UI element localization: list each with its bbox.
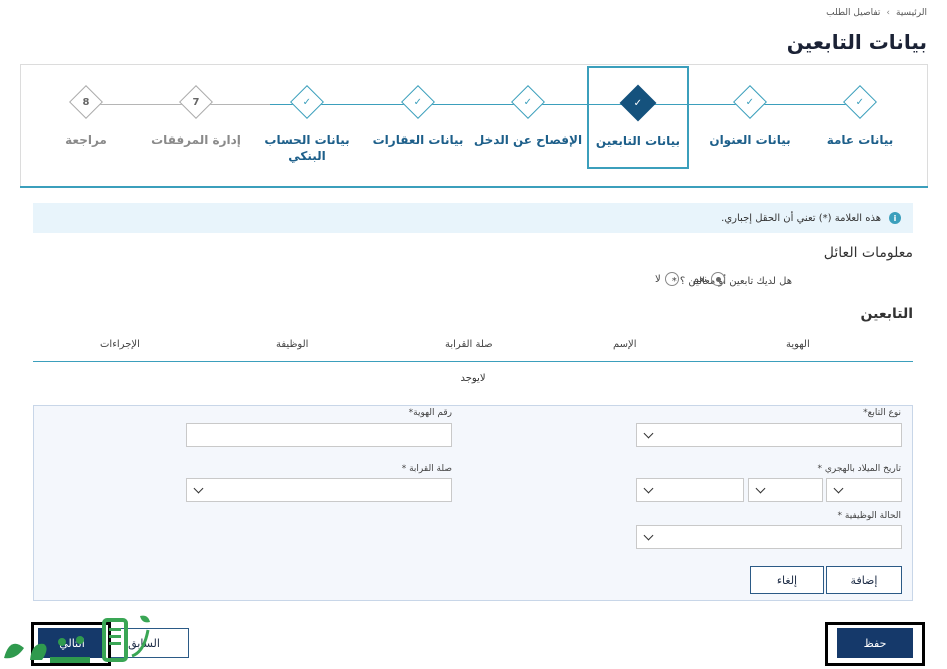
save-button[interactable]: حفظ	[837, 628, 913, 658]
check-icon: ✓	[290, 85, 324, 119]
dob-day-select[interactable]	[826, 478, 902, 502]
dependents-table-header: الهوية الإسم صلة القرابة الوظيفة الإجراء…	[33, 336, 913, 362]
step-address[interactable]: ✓ بيانات العنوان	[700, 85, 800, 148]
check-icon: ✓	[401, 85, 435, 119]
chevron-down-icon	[643, 483, 654, 493]
breadcrumb-current[interactable]: تفاصيل الطلب	[826, 8, 880, 18]
chevron-down-icon	[643, 530, 654, 540]
watermark-logo	[4, 615, 150, 663]
dependent-type-select[interactable]	[636, 423, 902, 447]
dependents-title: التابعين	[860, 306, 914, 322]
dependent-type-label: نوع التابع*	[863, 408, 901, 418]
step-number-badge: 7	[179, 85, 213, 119]
step-label: بيانات العقارات	[372, 133, 464, 147]
chevron-down-icon	[833, 483, 844, 493]
step-dependents[interactable]: ✓ بيانات التابعين	[588, 84, 688, 149]
radio-selected-icon[interactable]	[711, 272, 725, 286]
column-job: الوظيفة	[276, 339, 309, 350]
info-text: هذه العلامة (*) تعني أن الحقل إجباري.	[721, 212, 881, 224]
page-title: بيانات التابعين	[786, 30, 927, 54]
info-bar: هذه العلامة (*) تعني أن الحقل إجباري. i	[33, 203, 913, 233]
relation-select[interactable]	[186, 478, 452, 502]
job-status-label: الحالة الوظيفية *	[837, 511, 901, 521]
radio-no[interactable]: لا	[655, 272, 679, 286]
step-label: إدارة المرفقات	[151, 133, 241, 147]
step-label: بيانات العنوان	[709, 133, 791, 147]
step-attachments[interactable]: 7 إدارة المرفقات	[146, 85, 246, 148]
step-income[interactable]: ✓ الإفصاح عن الدخل	[472, 85, 584, 148]
add-button[interactable]: إضافة	[826, 566, 902, 594]
step-bank[interactable]: ✓ بيانات الحساب البنكي	[262, 85, 352, 164]
column-id: الهوية	[786, 339, 810, 350]
column-name: الإسم	[613, 339, 637, 350]
check-icon: ✓	[619, 84, 657, 122]
breadcrumb-separator: ›	[886, 8, 890, 18]
step-label: مراجعة	[65, 133, 107, 147]
step-label: بيانات التابعين	[595, 134, 681, 148]
radio-yes[interactable]: نعم	[693, 272, 725, 286]
radio-empty-icon[interactable]	[664, 272, 679, 286]
job-status-select[interactable]	[636, 525, 902, 549]
relation-label: صلة القرابة *	[401, 464, 452, 474]
column-relation: صلة القرابة	[445, 339, 493, 350]
radio-yes-label: نعم	[692, 273, 707, 285]
id-number-label: رقم الهوية*	[408, 408, 452, 418]
step-review[interactable]: 8 مراجعة	[36, 85, 136, 148]
breadcrumb: الرئيسية › تفاصيل الطلب	[826, 8, 927, 18]
chevron-down-icon	[755, 483, 766, 493]
empty-table-message: لايوجد	[460, 373, 486, 384]
cancel-button[interactable]: إلغاء	[750, 566, 824, 594]
chevron-down-icon	[193, 483, 204, 493]
dob-label: تاريخ الميلاد بالهجري *	[817, 464, 902, 474]
check-icon: ✓	[511, 85, 545, 119]
step-label: بيانات الحساب البنكي	[264, 133, 350, 163]
radio-no-label: لا	[655, 273, 661, 285]
column-actions: الإجراءات	[100, 339, 140, 350]
dob-month-select[interactable]	[748, 478, 823, 502]
step-label: بيانات عامة	[826, 133, 894, 147]
breadcrumb-home[interactable]: الرئيسية	[896, 8, 927, 18]
step-label: الإفصاح عن الدخل	[473, 133, 583, 147]
step-properties[interactable]: ✓ بيانات العقارات	[368, 85, 468, 148]
dob-year-select[interactable]	[636, 478, 744, 502]
dependents-radio-group: نعم لا	[655, 272, 725, 286]
info-icon: i	[889, 212, 901, 224]
check-icon: ✓	[843, 85, 877, 119]
stepper-underline	[20, 186, 928, 188]
chevron-down-icon	[643, 428, 654, 438]
check-icon: ✓	[733, 85, 767, 119]
step-number-badge: 8	[69, 85, 103, 119]
family-section-title: معلومات العائل	[823, 245, 913, 261]
step-general[interactable]: ✓ بيانات عامة	[810, 85, 910, 148]
id-number-input[interactable]	[186, 423, 452, 447]
